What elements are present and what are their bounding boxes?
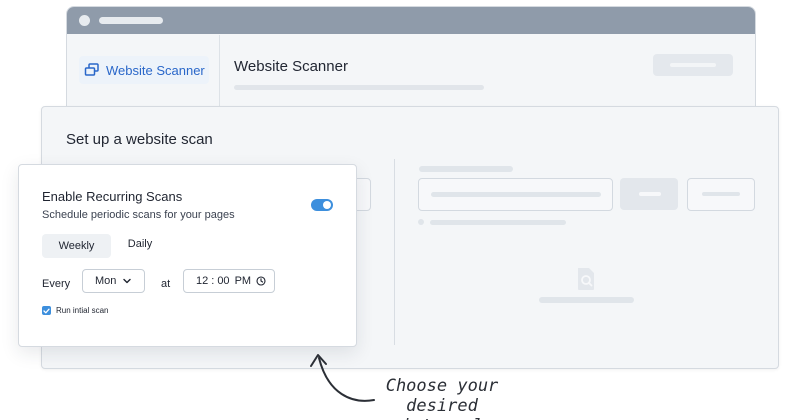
sidebar-item-label: Website Scanner bbox=[106, 62, 205, 78]
stage: Website Scanner Website Scanner Set up a… bbox=[0, 0, 795, 420]
tab-weekly[interactable]: Weekly bbox=[42, 234, 111, 258]
ghost-input[interactable] bbox=[418, 178, 613, 211]
window-dot-icon[interactable] bbox=[79, 15, 90, 26]
windows-icon bbox=[84, 63, 99, 76]
time-input[interactable]: 12 : 00 PM bbox=[183, 269, 275, 293]
initial-scan-label: Run intial scan bbox=[56, 306, 109, 315]
sidebar-item-website-scanner[interactable]: Website Scanner bbox=[79, 56, 209, 84]
time-separator: : bbox=[211, 275, 215, 287]
time-hour[interactable]: 12 bbox=[196, 275, 208, 287]
curved-arrow-icon bbox=[310, 354, 375, 402]
toggle-knob bbox=[323, 201, 331, 209]
clock-icon[interactable] bbox=[256, 276, 266, 286]
panel-title: Set up a website scan bbox=[66, 131, 213, 148]
annotation-line-2: desired interval bbox=[401, 396, 483, 420]
subtitle-placeholder bbox=[234, 85, 484, 90]
browser-url-placeholder bbox=[99, 17, 163, 24]
day-select-value: Mon bbox=[95, 275, 117, 287]
tab-daily[interactable]: Daily bbox=[119, 232, 161, 256]
time-minute[interactable]: 00 bbox=[217, 275, 229, 287]
card-subtitle: Schedule periodic scans for your pages bbox=[42, 209, 235, 221]
browser-title-bar bbox=[67, 7, 755, 34]
recurring-scans-card: Enable Recurring Scans Schedule periodic… bbox=[18, 164, 357, 347]
action-button-placeholder[interactable] bbox=[653, 54, 733, 76]
panel-divider bbox=[394, 159, 395, 345]
at-label: at bbox=[161, 278, 171, 290]
recurring-scans-toggle[interactable] bbox=[311, 199, 333, 211]
card-title: Enable Recurring Scans bbox=[42, 189, 183, 204]
ghost-empty-state-text bbox=[539, 297, 634, 303]
initial-scan-option[interactable]: Run intial scan bbox=[42, 306, 108, 315]
initial-scan-checkbox[interactable] bbox=[42, 306, 51, 315]
checkmark-icon bbox=[43, 308, 50, 313]
tab-daily-label: Daily bbox=[127, 238, 153, 250]
annotation-text: Choose your desired interval bbox=[372, 376, 512, 420]
tab-weekly-label: Weekly bbox=[58, 240, 95, 252]
day-select[interactable]: Mon bbox=[82, 269, 145, 293]
page-title: Website Scanner bbox=[234, 58, 348, 75]
time-period[interactable]: PM bbox=[235, 275, 252, 287]
chevron-down-icon bbox=[123, 278, 132, 284]
annotation-line-1: Choose your bbox=[385, 376, 499, 396]
ghost-hint bbox=[430, 220, 566, 225]
ghost-button-secondary[interactable] bbox=[687, 178, 755, 211]
ghost-button-primary[interactable] bbox=[620, 178, 678, 210]
search-document-icon bbox=[578, 268, 594, 290]
ghost-dot bbox=[418, 219, 424, 225]
every-label: Every bbox=[42, 278, 71, 290]
ghost-label bbox=[419, 166, 513, 172]
